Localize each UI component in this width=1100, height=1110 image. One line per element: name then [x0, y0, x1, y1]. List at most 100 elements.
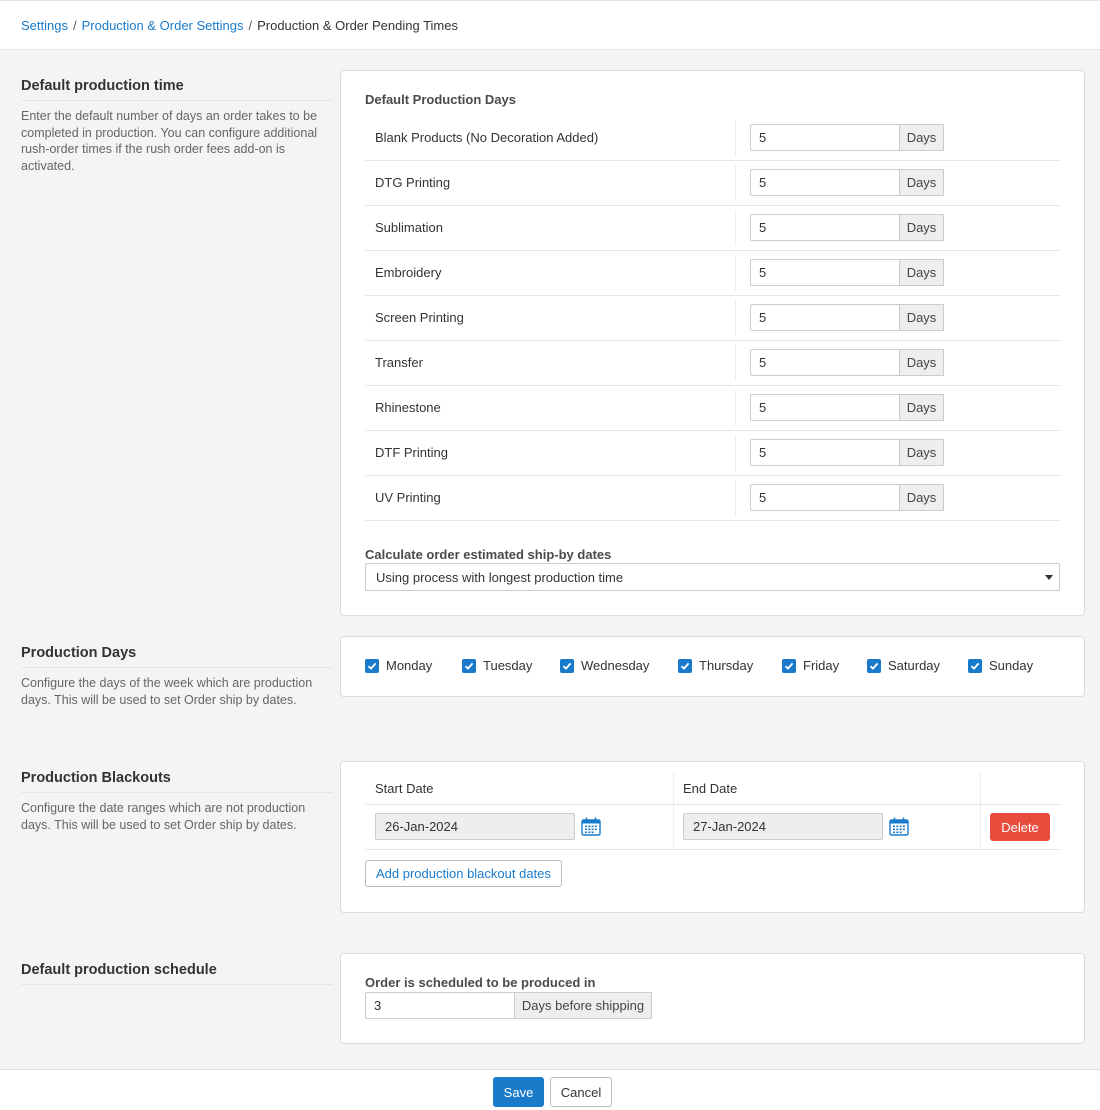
process-name: UV Printing [375, 490, 441, 505]
day-label: Monday [386, 658, 433, 673]
days-addon: Days [900, 214, 944, 241]
section-title: Default production schedule [21, 962, 333, 985]
schedule-unit-addon: Days before shipping [515, 992, 652, 1019]
add-blackout-dates-button[interactable]: Add production blackout dates [365, 860, 562, 887]
days-input-blank-products[interactable] [750, 124, 900, 151]
checkbox-checked-icon[interactable] [560, 658, 574, 673]
table-row: Transfer Days [365, 341, 1060, 386]
day-label: Friday [803, 658, 840, 673]
production-blackouts-card: Start Date End Date 26-Jan-2024 27-Jan-2… [340, 761, 1085, 913]
days-input-dtg-printing[interactable] [750, 169, 900, 196]
process-name: Embroidery [375, 265, 442, 280]
table-row: DTG Printing Days [365, 161, 1060, 206]
section-description: Enter the default number of days an orde… [21, 109, 318, 173]
section-description: Configure the days of the week which are… [21, 676, 313, 707]
breadcrumb-link-settings[interactable]: Settings [21, 18, 68, 33]
card-heading: Default Production Days [365, 92, 516, 107]
end-date-header: End Date [683, 781, 738, 796]
process-name: Transfer [375, 355, 423, 370]
ship-by-label: Calculate order estimated ship-by dates [365, 547, 612, 562]
days-addon: Days [900, 349, 944, 376]
day-checkbox-monday[interactable]: Monday [365, 658, 432, 673]
breadcrumb-current: Production & Order Pending Times [257, 18, 458, 33]
table-row: Blank Products (No Decoration Added) Day… [365, 116, 1060, 161]
production-days-info: Production Days Configure the days of th… [21, 645, 333, 708]
checkbox-checked-icon[interactable] [867, 658, 881, 673]
start-date-header: Start Date [375, 781, 434, 796]
default-schedule-card: Order is scheduled to be produced in Day… [340, 953, 1085, 1044]
breadcrumb-link-production-order-settings[interactable]: Production & Order Settings [82, 18, 244, 33]
process-name: Rhinestone [375, 400, 441, 415]
days-addon: Days [900, 484, 944, 511]
checkbox-checked-icon[interactable] [782, 658, 796, 673]
days-addon: Days [900, 304, 944, 331]
default-production-time-info: Default production time Enter the defaul… [21, 78, 333, 174]
day-label: Thursday [699, 658, 754, 673]
days-addon: Days [900, 394, 944, 421]
day-checkbox-saturday[interactable]: Saturday [867, 658, 940, 673]
production-days-card: Monday Tuesday Wednesday Thursday Friday… [340, 636, 1085, 697]
days-input-screen-printing[interactable] [750, 304, 900, 331]
process-name: Sublimation [375, 220, 443, 235]
checkbox-checked-icon[interactable] [968, 658, 982, 673]
caret-down-icon [1045, 575, 1053, 580]
days-input-dtf-printing[interactable] [750, 439, 900, 466]
day-checkbox-friday[interactable]: Friday [782, 658, 839, 673]
footer-bar: Save Cancel [0, 1069, 1100, 1110]
production-days-table: Blank Products (No Decoration Added) Day… [365, 116, 1060, 521]
day-checkbox-wednesday[interactable]: Wednesday [560, 658, 649, 673]
process-name: Screen Printing [375, 310, 464, 325]
days-addon: Days [900, 169, 944, 196]
process-name: DTF Printing [375, 445, 448, 460]
table-row: DTF Printing Days [365, 431, 1060, 476]
default-production-days-card: Default Production Days Blank Products (… [340, 70, 1085, 616]
days-input-uv-printing[interactable] [750, 484, 900, 511]
day-checkbox-sunday[interactable]: Sunday [968, 658, 1033, 673]
breadcrumb-separator: / [72, 18, 77, 33]
process-name: Blank Products (No Decoration Added) [375, 130, 599, 145]
table-row: Screen Printing Days [365, 296, 1060, 341]
section-title: Production Days [21, 645, 333, 668]
days-input-transfer[interactable] [750, 349, 900, 376]
ship-by-selected-value: Using process with longest production ti… [376, 570, 624, 585]
breadcrumb: Settings / Production & Order Settings / Pro… [0, 0, 1100, 50]
ship-by-select[interactable]: Using process with longest production ti… [365, 563, 1060, 591]
table-row: Sublimation Days [365, 206, 1060, 251]
schedule-label: Order is scheduled to be produced in [365, 975, 596, 990]
day-label: Saturday [888, 658, 941, 673]
section-description: Configure the date ranges which are not … [21, 801, 306, 832]
days-addon: Days [900, 259, 944, 286]
day-label: Tuesday [483, 658, 533, 673]
end-date-input[interactable]: 27-Jan-2024 [683, 813, 883, 840]
days-input-embroidery[interactable] [750, 259, 900, 286]
table-row: 26-Jan-2024 27-Jan-2024 Delete [365, 805, 1060, 850]
days-input-rhinestone[interactable] [750, 394, 900, 421]
table-row: Rhinestone Days [365, 386, 1060, 431]
days-addon: Days [900, 124, 944, 151]
days-addon: Days [900, 439, 944, 466]
start-date-input[interactable]: 26-Jan-2024 [375, 813, 575, 840]
table-row: UV Printing Days [365, 476, 1060, 521]
checkbox-checked-icon[interactable] [365, 658, 379, 673]
default-schedule-info: Default production schedule [21, 962, 333, 985]
day-checkbox-tuesday[interactable]: Tuesday [462, 658, 532, 673]
cancel-button[interactable]: Cancel [550, 1077, 612, 1107]
production-blackouts-info: Production Blackouts Configure the date … [21, 770, 333, 833]
save-button[interactable]: Save [493, 1077, 544, 1107]
checkbox-checked-icon[interactable] [678, 658, 692, 673]
section-title: Default production time [21, 78, 333, 101]
breadcrumb-separator: / [248, 18, 253, 33]
day-label: Wednesday [581, 658, 650, 673]
section-title: Production Blackouts [21, 770, 333, 793]
delete-button[interactable]: Delete [990, 813, 1050, 841]
schedule-days-input[interactable] [365, 992, 515, 1019]
calendar-icon[interactable] [889, 817, 909, 839]
day-checkbox-thursday[interactable]: Thursday [678, 658, 753, 673]
calendar-icon[interactable] [581, 817, 601, 839]
checkbox-checked-icon[interactable] [462, 658, 476, 673]
day-label: Sunday [989, 658, 1034, 673]
days-input-sublimation[interactable] [750, 214, 900, 241]
blackouts-table-header: Start Date End Date [365, 762, 1060, 805]
table-row: Embroidery Days [365, 251, 1060, 296]
process-name: DTG Printing [375, 175, 451, 190]
